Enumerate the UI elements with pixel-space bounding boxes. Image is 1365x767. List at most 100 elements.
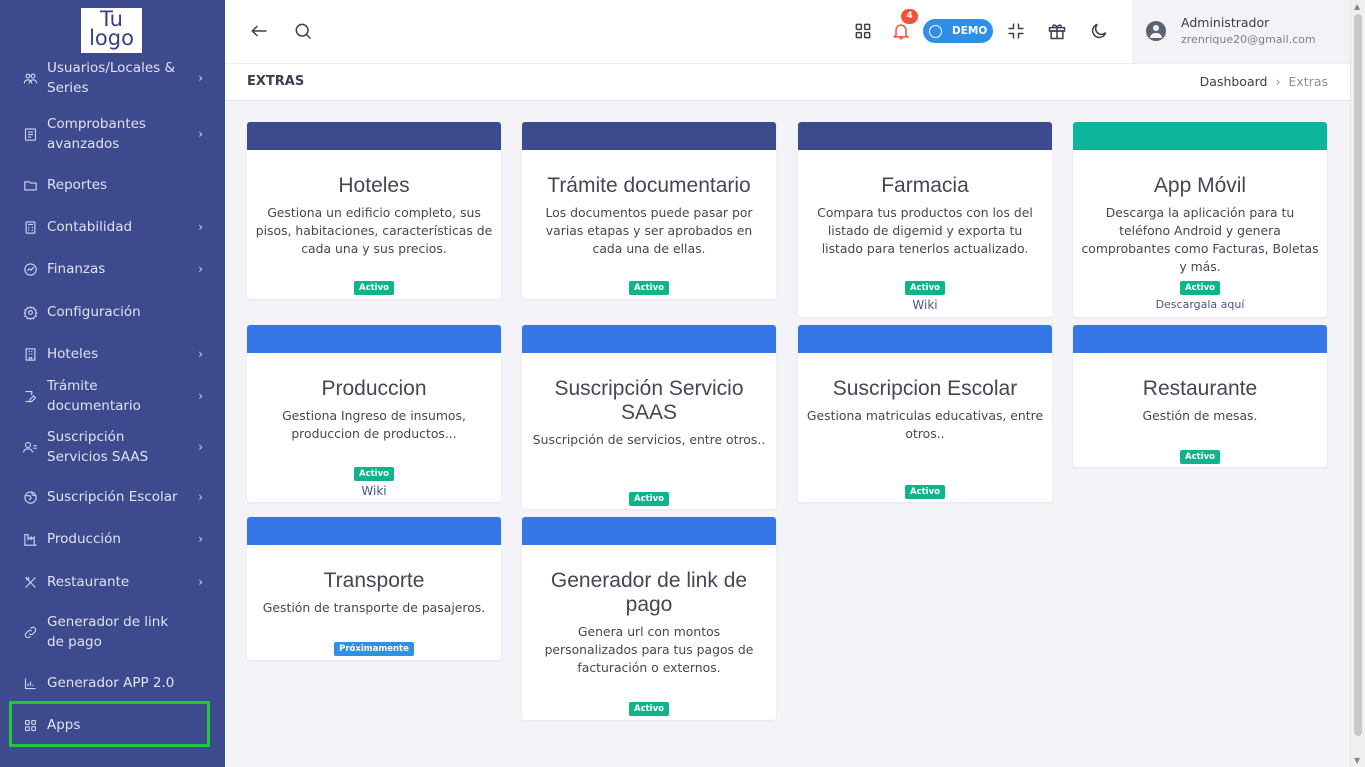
card-footer: Activo — [247, 275, 501, 295]
card-title: Generador de link de pago — [550, 569, 748, 616]
moon-icon[interactable] — [1088, 20, 1110, 42]
sidebar-item-suscripcion-saas[interactable]: Suscripción Servicios SAAS › — [0, 427, 225, 467]
card-description: Genera url con montos personalizados par… — [544, 624, 754, 675]
card-farmacia[interactable]: Farmacia Compara tus productos con los d… — [798, 122, 1052, 317]
sidebar-item-contabilidad[interactable]: Contabilidad › — [0, 217, 225, 237]
vertical-scrollbar[interactable]: ▲ ▼ — [1350, 0, 1365, 767]
card-description: Gestiona Ingreso de insumos, produccion … — [282, 408, 466, 441]
receipt-icon — [22, 126, 38, 142]
link-icon — [22, 624, 38, 640]
card-footer: Activo Descargala aquí — [1073, 275, 1327, 311]
notification-badge: 4 — [901, 9, 918, 24]
scrollbar-thumb[interactable] — [1354, 14, 1362, 736]
card-description: Gestión de mesas. — [1142, 408, 1258, 423]
status-badge: Activo — [354, 281, 394, 295]
users-icon — [22, 70, 38, 86]
avatar — [1146, 21, 1166, 41]
card-hoteles[interactable]: Hoteles Gestiona un edificio completo, s… — [247, 122, 501, 299]
page-header: EXTRAS Dashboard › Extras — [225, 64, 1350, 101]
sidebar-item-configuracion[interactable]: Configuración — [0, 302, 225, 322]
scroll-down-icon[interactable]: ▼ — [1354, 756, 1360, 765]
chevron-right-icon: › — [198, 440, 203, 454]
demo-label: DEMO — [952, 25, 988, 37]
card-produccion[interactable]: Produccion Gestiona Ingreso de insumos, … — [247, 325, 501, 502]
logo[interactable]: Tu logo — [81, 8, 142, 53]
card-app-movil[interactable]: App Móvil Descarga la aplicación para tu… — [1073, 122, 1327, 317]
sidebar-item-label: Configuración — [47, 304, 141, 320]
sidebar-item-finanzas[interactable]: Finanzas › — [0, 259, 225, 279]
card-suscripcion-escolar[interactable]: Suscripcion Escolar Gestiona matriculas … — [798, 325, 1052, 502]
card-header-band — [798, 325, 1052, 353]
card-transporte[interactable]: Transporte Gestión de transporte de pasa… — [247, 517, 501, 660]
sidebar-item-generador-app[interactable]: Generador APP 2.0 — [0, 673, 225, 693]
breadcrumb-dashboard[interactable]: Dashboard — [1200, 74, 1268, 89]
card-header-band — [1073, 122, 1327, 150]
sidebar-item-label: Hoteles — [47, 346, 99, 362]
wiki-link[interactable]: Wiki — [247, 484, 501, 498]
sidebar-item-hoteles[interactable]: Hoteles › — [0, 344, 225, 364]
fullscreen-exit-icon[interactable] — [1005, 20, 1027, 42]
status-badge: Activo — [1180, 450, 1220, 464]
chevron-right-icon: › — [198, 220, 203, 234]
breadcrumb-current: Extras — [1288, 74, 1328, 89]
status-badge: Activo — [354, 467, 394, 481]
card-tramite[interactable]: Trámite documentario Los documentos pued… — [522, 122, 776, 299]
scroll-up-icon[interactable]: ▲ — [1354, 2, 1360, 11]
card-title: Suscripción Servicio SAAS — [554, 377, 744, 424]
chart-icon — [22, 675, 38, 691]
card-restaurante[interactable]: Restaurante Gestión de mesas. Activo — [1073, 325, 1327, 467]
sidebar-item-tramite[interactable]: Trámite documentario › — [0, 378, 225, 414]
card-title: App Móvil — [1153, 174, 1247, 197]
chevron-right-icon: › — [198, 490, 203, 504]
sidebar-item-label: Finanzas — [47, 261, 106, 277]
sidebar-item-link-pago[interactable]: Generador de link de pago — [0, 612, 225, 652]
sidebar-item-reportes[interactable]: Reportes — [0, 175, 225, 195]
card-header-band — [522, 325, 776, 353]
gear-icon — [22, 304, 38, 320]
status-badge: Activo — [905, 281, 945, 295]
card-header-band — [798, 122, 1052, 150]
logo-line-2: logo — [89, 26, 134, 50]
card-description: Gestiona matriculas educativas, entre ot… — [806, 408, 1044, 441]
sidebar-item-restaurante[interactable]: Restaurante › — [0, 572, 225, 592]
sidebar-item-usuarios[interactable]: Usuarios/Locales & Series › — [0, 58, 225, 98]
building-icon — [22, 346, 38, 362]
user-menu[interactable]: Administrador zrenrique20@gmail.com — [1132, 0, 1350, 63]
factory-icon — [22, 531, 38, 547]
page-title: EXTRAS — [247, 74, 305, 89]
status-badge: Activo — [629, 281, 669, 295]
sidebar-item-label: Generador APP 2.0 — [47, 675, 175, 691]
card-header-band — [522, 517, 776, 545]
card-footer: Próximamente — [247, 636, 501, 656]
sidebar-item-label: Restaurante — [47, 574, 130, 590]
sidebar-item-label: Generador de link de pago — [47, 614, 169, 650]
search-icon[interactable] — [292, 20, 314, 42]
user-list-icon — [22, 439, 38, 455]
gift-icon[interactable] — [1046, 20, 1068, 42]
demo-toggle[interactable]: DEMO — [923, 19, 993, 43]
sidebar-item-suscripcion-escolar[interactable]: Suscripción Escolar › — [0, 487, 225, 507]
card-link-pago[interactable]: Generador de link de pago Genera url con… — [522, 517, 776, 720]
sidebar-item-produccion[interactable]: Producción › — [0, 529, 225, 549]
apps-grid-icon[interactable] — [852, 20, 874, 42]
card-header-band — [247, 517, 501, 545]
card-title: Transporte — [323, 569, 425, 592]
sidebar-item-label: Producción — [47, 531, 121, 547]
chevron-right-icon: › — [198, 71, 203, 85]
card-footer: Activo — [798, 479, 1052, 499]
sidebar-item-label: Contabilidad — [47, 219, 133, 235]
chevron-right-icon: › — [198, 347, 203, 361]
card-header-band — [1073, 325, 1327, 353]
back-arrow-icon[interactable] — [248, 20, 270, 42]
gauge-icon — [22, 261, 38, 277]
chevron-right-icon: › — [198, 532, 203, 546]
status-badge: Activo — [905, 485, 945, 499]
card-footer: Activo — [522, 486, 776, 506]
sidebar-item-comprobantes[interactable]: Comprobantes avanzados › — [0, 114, 225, 154]
card-suscripcion-saas[interactable]: Suscripción Servicio SAAS Suscripción de… — [522, 325, 776, 509]
wiki-link[interactable]: Wiki — [798, 298, 1052, 312]
calculator-icon — [22, 219, 38, 235]
card-title: Trámite documentario — [547, 174, 751, 197]
download-link[interactable]: Descargala aquí — [1073, 298, 1327, 311]
card-description: Gestiona un edificio completo, sus pisos… — [255, 205, 493, 256]
